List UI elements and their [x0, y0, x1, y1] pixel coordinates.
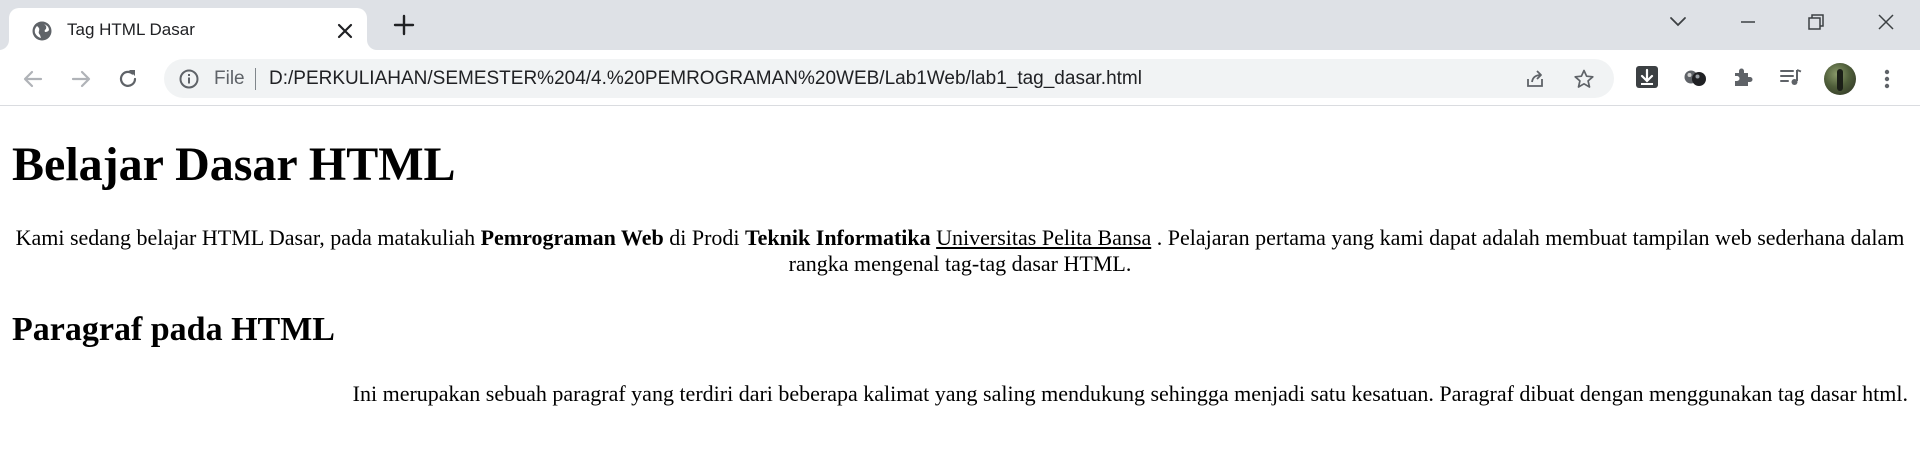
page-subheading: Paragraf pada HTML — [12, 311, 335, 348]
address-bar[interactable]: File D:/PERKULIAHAN/SEMESTER%204/4.%20PE… — [164, 59, 1614, 98]
right-aligned-paragraph: Ini merupakan sebuah paragraf yang terdi… — [352, 381, 1908, 406]
tab-close-icon[interactable] — [335, 21, 355, 41]
omnibox-separator — [255, 68, 256, 90]
tab-strip: Tag HTML Dasar — [0, 0, 1920, 50]
close-icon[interactable] — [1874, 10, 1898, 34]
intro-bold-course: Pemrograman Web — [480, 225, 664, 250]
star-icon[interactable] — [1573, 68, 1595, 90]
forward-arrow-icon[interactable] — [68, 66, 94, 92]
back-arrow-icon[interactable] — [20, 66, 46, 92]
puzzle-icon[interactable] — [1730, 64, 1756, 90]
intro-underlined-university: Universitas Pelita Bansa — [936, 225, 1152, 250]
download-extension-icon[interactable] — [1634, 64, 1660, 90]
intro-paragraph: Kami sedang belajar HTML Dasar, pada mat… — [12, 225, 1908, 277]
plus-icon[interactable] — [392, 13, 416, 37]
share-icon[interactable] — [1524, 68, 1546, 90]
restore-icon[interactable] — [1804, 10, 1828, 34]
globe-icon — [32, 21, 52, 41]
info-icon[interactable] — [178, 68, 200, 90]
profile-avatar[interactable] — [1824, 63, 1856, 95]
reload-icon[interactable] — [115, 66, 141, 92]
browser-toolbar: File D:/PERKULIAHAN/SEMESTER%204/4.%20PE… — [0, 50, 1920, 106]
intro-text-1: Kami sedang belajar HTML Dasar, pada mat… — [15, 225, 481, 250]
minimize-icon[interactable] — [1736, 10, 1760, 34]
chevron-down-icon[interactable] — [1666, 10, 1690, 34]
web-page-content: Belajar Dasar HTML Kami sedang belajar H… — [0, 107, 1920, 473]
intro-bold-program: Teknik Informatika — [745, 225, 931, 250]
page-heading: Belajar Dasar HTML — [12, 138, 456, 191]
scheme-label: File — [214, 68, 245, 89]
tab-title: Tag HTML Dasar — [67, 20, 195, 39]
media-queue-icon[interactable] — [1778, 64, 1804, 90]
url-text[interactable]: D:/PERKULIAHAN/SEMESTER%204/4.%20PEMROGR… — [269, 68, 1142, 90]
spheres-extension-icon[interactable] — [1682, 64, 1708, 90]
browser-tab[interactable]: Tag HTML Dasar — [9, 8, 367, 50]
intro-text-2: di Prodi — [663, 225, 746, 250]
kebab-menu-icon[interactable] — [1874, 66, 1900, 92]
